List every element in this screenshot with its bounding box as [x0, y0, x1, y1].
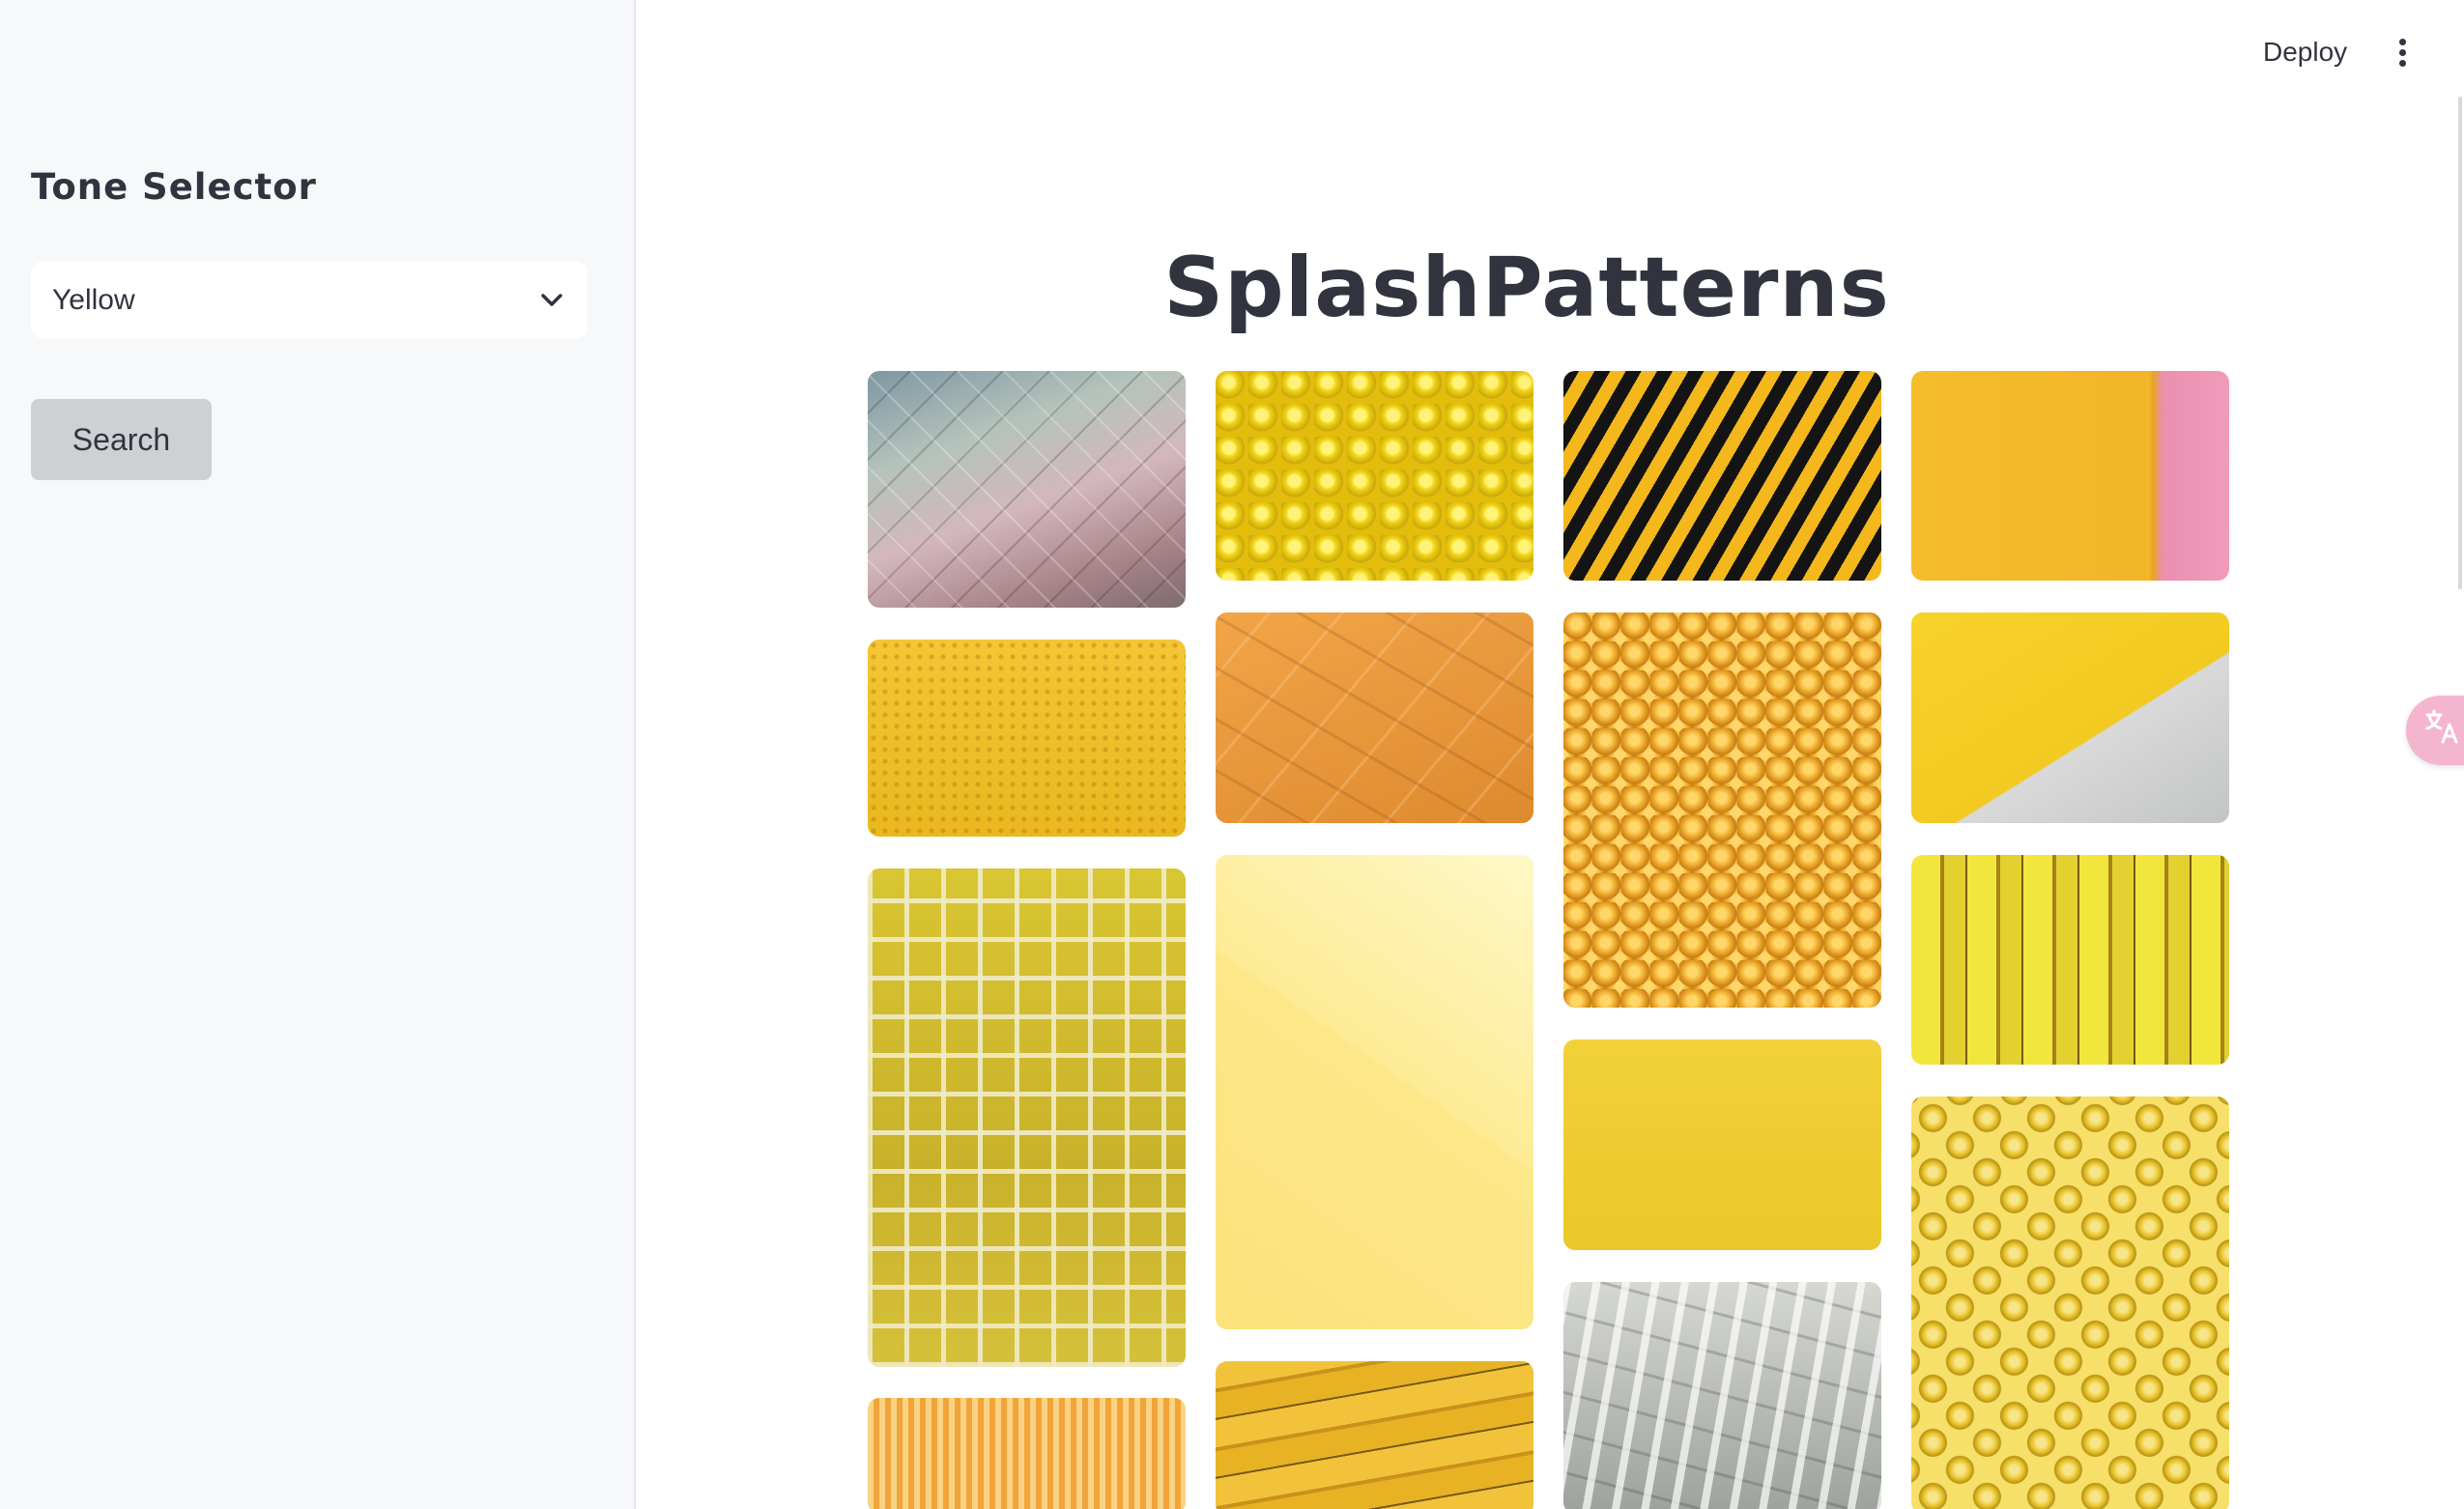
- search-button[interactable]: Search: [31, 399, 212, 480]
- gallery-image[interactable]: [1216, 855, 1533, 1329]
- gallery-image[interactable]: [1911, 1096, 2229, 1509]
- translate-widget[interactable]: [2406, 696, 2464, 765]
- gallery-image[interactable]: [1563, 1039, 1881, 1250]
- scrollbar[interactable]: [2458, 97, 2462, 589]
- gallery-image[interactable]: [1563, 612, 1881, 1008]
- page-title: SplashPatterns: [1163, 240, 1890, 336]
- chevron-down-icon: [537, 286, 566, 315]
- tone-select-value: Yellow: [52, 283, 135, 316]
- gallery-image[interactable]: [1563, 371, 1881, 581]
- gallery-image[interactable]: [1216, 1361, 1533, 1509]
- sidebar: Tone Selector Yellow Search: [0, 0, 636, 1509]
- gallery-image[interactable]: [868, 868, 1186, 1367]
- gallery-image[interactable]: [868, 640, 1186, 837]
- sidebar-title: Tone Selector: [31, 166, 317, 208]
- gallery-image[interactable]: [1216, 371, 1533, 581]
- tone-select[interactable]: Yellow: [31, 262, 587, 338]
- translate-icon: [2421, 707, 2460, 754]
- gallery-image[interactable]: [1911, 855, 2229, 1065]
- gallery-image[interactable]: [1216, 612, 1533, 823]
- gallery-image[interactable]: [1563, 1282, 1881, 1509]
- gallery-image[interactable]: [868, 1398, 1186, 1509]
- gallery-image[interactable]: [1911, 612, 2229, 823]
- deploy-button[interactable]: Deploy: [2251, 31, 2359, 73]
- more-options-icon[interactable]: [2389, 31, 2416, 73]
- gallery-image[interactable]: [868, 371, 1186, 608]
- gallery-image[interactable]: [1911, 371, 2229, 581]
